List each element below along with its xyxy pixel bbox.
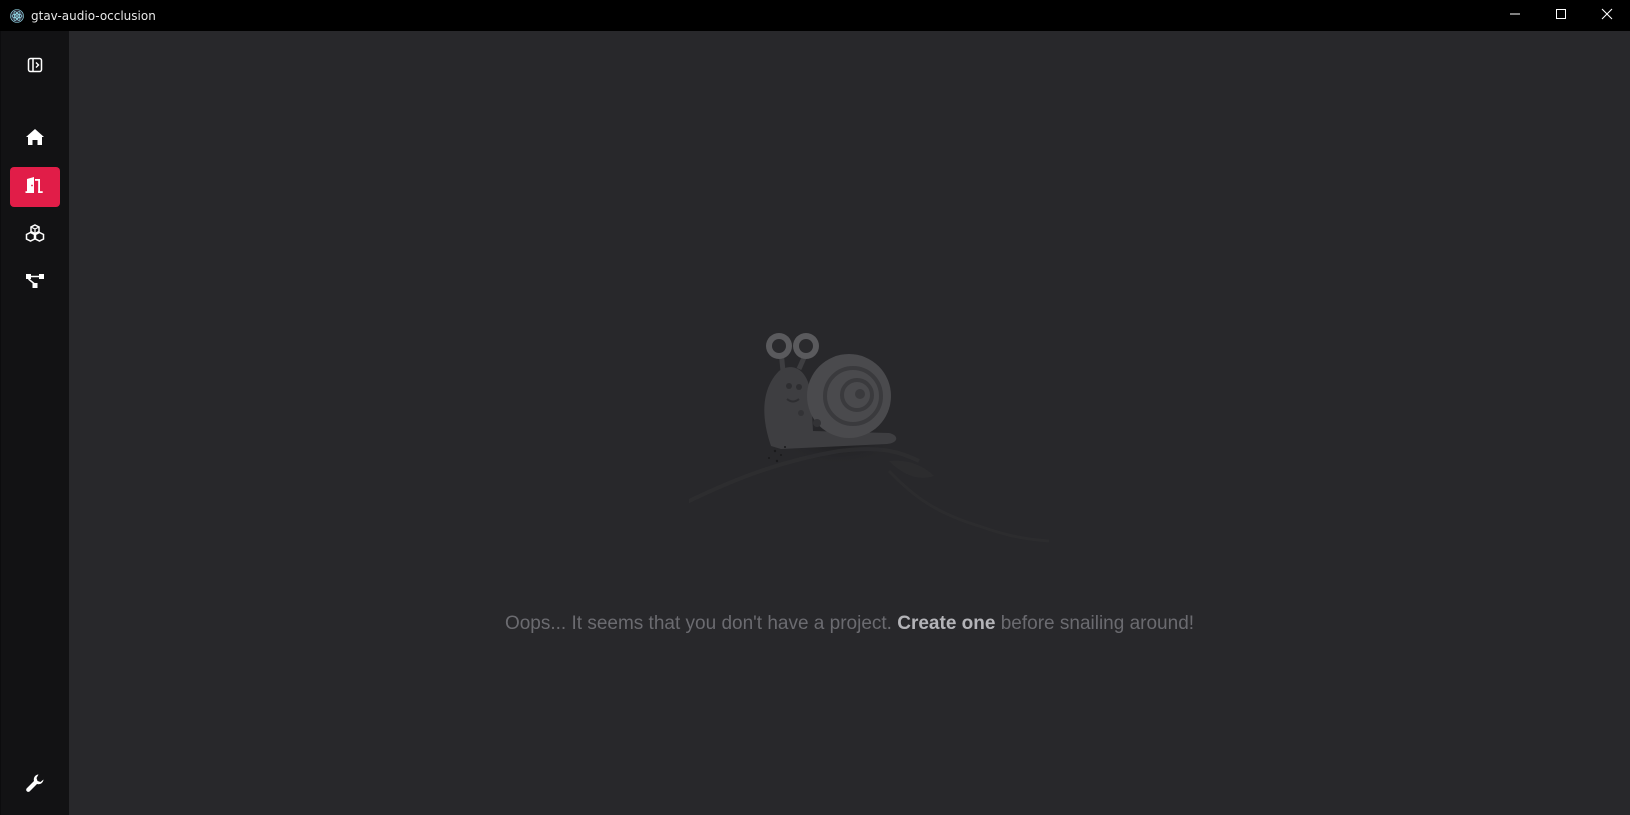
home-icon bbox=[25, 128, 45, 151]
sidebar-item-interiors[interactable] bbox=[10, 167, 60, 207]
sidebar-toggle-button[interactable] bbox=[10, 47, 60, 87]
empty-state-message: Oops... It seems that you don't have a p… bbox=[69, 613, 1630, 635]
minimize-button[interactable] bbox=[1492, 0, 1538, 31]
sidebar bbox=[0, 31, 69, 815]
door-open-icon bbox=[25, 176, 45, 199]
snail-illustration bbox=[678, 301, 1050, 561]
title-bar: gtav-audio-occlusion bbox=[0, 0, 1630, 31]
close-icon bbox=[1601, 7, 1613, 25]
maximize-icon bbox=[1555, 7, 1567, 25]
wrench-icon bbox=[25, 773, 45, 798]
settings-button[interactable] bbox=[10, 765, 60, 805]
electron-logo-icon bbox=[9, 8, 25, 24]
empty-state-text-before: Oops... It seems that you don't have a p… bbox=[504, 613, 892, 634]
sidebar-item-home[interactable] bbox=[10, 119, 60, 159]
empty-state-text-after: before snailing around! bbox=[1000, 613, 1195, 634]
minimize-icon bbox=[1509, 7, 1521, 25]
node-tree-icon bbox=[25, 272, 45, 295]
sidebar-item-entities[interactable] bbox=[10, 215, 60, 255]
close-button[interactable] bbox=[1584, 0, 1630, 31]
sidebar-item-nodes[interactable] bbox=[10, 263, 60, 303]
sidebar-toggle-icon bbox=[27, 57, 43, 78]
cubes-icon bbox=[25, 223, 45, 247]
window-controls bbox=[1492, 0, 1630, 31]
maximize-button[interactable] bbox=[1538, 0, 1584, 31]
window-title: gtav-audio-occlusion bbox=[31, 8, 156, 23]
main-content: Oops... It seems that you don't have a p… bbox=[69, 31, 1630, 815]
create-project-link[interactable]: Create one bbox=[897, 613, 995, 634]
